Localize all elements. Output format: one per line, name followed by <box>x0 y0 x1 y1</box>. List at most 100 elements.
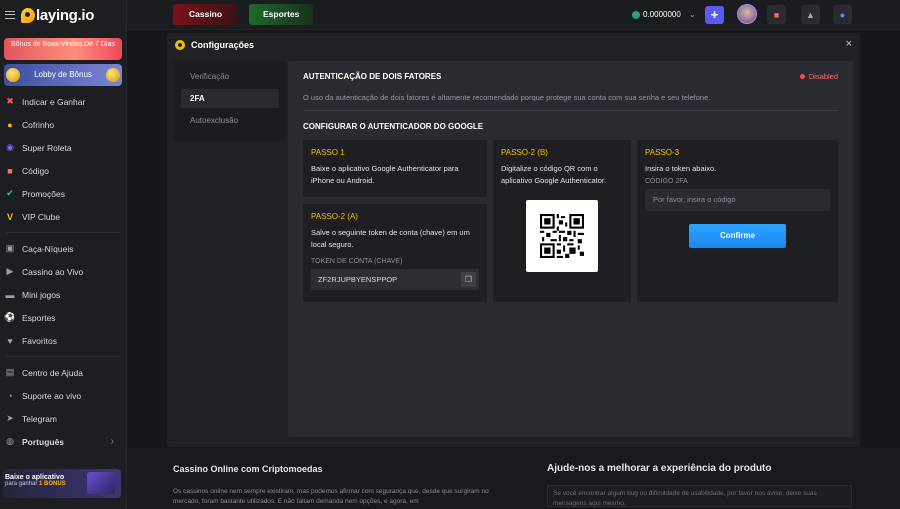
vip-icon: V <box>6 211 13 222</box>
phone-icon <box>87 472 115 494</box>
gift-code-icon: ■ <box>7 165 13 176</box>
step2a-card: PASSO-2 (A) Salve o seguinte token de co… <box>303 204 487 302</box>
globe-icon: ◍ <box>6 436 14 446</box>
welcome-bonus-text: Bônus de Boas-Vindas De 7 Dias <box>11 41 115 48</box>
sidebar-item-telegram[interactable]: ➤ Telegram <box>0 407 126 430</box>
menu-item-2fa[interactable]: 2FA <box>181 89 279 108</box>
bonus-lobby-banner[interactable]: Lobby de Bônus <box>4 64 122 86</box>
qr-code-icon <box>540 214 584 258</box>
sidebar-item-promocoes[interactable]: ✔ Promoções <box>0 182 126 205</box>
tab-esportes[interactable]: Esportes <box>249 4 313 25</box>
sidebar: laying.io Bônus de Boas-Vindas De 7 Dias… <box>0 0 127 509</box>
code-label: CÓDIGO 2FA <box>645 178 688 185</box>
piggy-icon: ● <box>7 119 13 130</box>
sidebar-item-mini-jogos[interactable]: ▬ Mini jogos <box>0 283 126 306</box>
divider <box>6 356 120 357</box>
welcome-bonus-banner[interactable]: Bônus de Boas-Vindas De 7 Dias <box>4 38 122 60</box>
promo-icon: ✔ <box>6 188 14 198</box>
balance-selector[interactable]: 0.0000000 ⌄ <box>632 6 696 23</box>
topbar: Cassino Esportes 0.0000000 ⌄ + ■ ▲ ● <box>127 0 900 30</box>
sports-icon: ⚽ <box>4 312 16 322</box>
app-download-banner[interactable]: Baixe o aplicativo para ganhar 1 BONUS <box>3 469 121 498</box>
footer: Cassino Online com Criptomoedas Os cassi… <box>127 448 900 509</box>
avatar[interactable] <box>737 4 757 24</box>
sidebar-item-caca-niqueis[interactable]: ▣ Caça-Níqueis <box>0 237 126 260</box>
menu-item-verificacao[interactable]: Verificação <box>181 67 279 86</box>
qr-code <box>526 200 598 272</box>
step2b-label: PASSO-2 (B) <box>501 148 548 157</box>
wheel-icon: ◉ <box>6 142 14 152</box>
modal-title: Configurações <box>191 40 255 50</box>
sidebar-item-vip[interactable]: V VIP Clube <box>0 205 126 228</box>
menu-item-autoexclusao[interactable]: Autoexclusão <box>181 111 279 130</box>
sidebar-item-suporte[interactable]: ◔ Suporte ao vivo <box>0 384 126 407</box>
sidebar-item-codigo[interactable]: ■ Código <box>0 159 126 182</box>
footer-title-feedback: Ajude-nos a melhorar a experiência do pr… <box>547 463 772 474</box>
feedback-textarea[interactable]: Se você encontrar algum bug ou dificulda… <box>547 485 852 507</box>
step1-label: PASSO 1 <box>311 148 345 157</box>
sidebar-item-cassino-ao-vivo[interactable]: ▶ Cassino ao Vivo <box>0 260 126 283</box>
coin-icon <box>6 68 20 82</box>
twofa-code-input[interactable]: Por favor, insira o código <box>645 189 830 211</box>
gamepad-icon: ▬ <box>5 289 15 300</box>
app-root: laying.io Bônus de Boas-Vindas De 7 Dias… <box>0 0 900 509</box>
live-icon: ▶ <box>6 266 14 276</box>
step3-label: PASSO-3 <box>645 148 680 157</box>
footer-text-casino: Os cassinos online nem sempre existiram,… <box>173 488 489 505</box>
status-dot-icon <box>799 74 805 79</box>
step3-text: Insira o token abaixo. <box>645 164 717 173</box>
token-value: ZF2RJUPBYENSPPOP <box>318 275 398 284</box>
bonus-lobby-text: Lobby de Bônus <box>34 70 92 79</box>
sidebar-item-indicar[interactable]: ✖ Indicar e Ganhar <box>0 90 126 113</box>
logo[interactable]: laying.io <box>21 7 94 24</box>
sidebar-header: laying.io <box>0 0 126 30</box>
close-button[interactable]: × <box>846 38 852 50</box>
step2a-text: Salve o seguinte token de conta (chave) … <box>311 228 470 249</box>
heart-icon: ♥ <box>7 335 13 346</box>
divider <box>6 232 120 233</box>
support-icon: ◔ <box>7 390 13 401</box>
step2b-card: PASSO-2 (B) Digitalize o código QR com o… <box>493 140 631 302</box>
logo-text: laying.io <box>36 6 95 24</box>
balance-value: 0.0000000 <box>643 10 681 19</box>
section-title: CONFIGURAR O AUTENTICADOR DO GOOGLE <box>303 122 484 131</box>
step3-card: PASSO-3 Insira o token abaixo. CÓDIGO 2F… <box>637 140 838 302</box>
gift-icon: ■ <box>773 9 780 20</box>
slot-icon: ▣ <box>5 243 15 253</box>
twofa-description: O uso da autenticação de dois fatores é … <box>303 93 711 102</box>
help-icon: ▤ <box>5 367 15 377</box>
step1-text: Baixe o aplicativo Google Authenticator … <box>311 164 459 185</box>
settings-modal: Configurações × Verificação 2FA Autoexcl… <box>167 33 860 447</box>
deposit-button[interactable]: + <box>705 6 724 24</box>
twofa-panel: AUTENTICAÇÃO DE DOIS FATORES Disabled O … <box>288 61 853 437</box>
sidebar-item-centro-ajuda[interactable]: ▤ Centro de Ajuda <box>0 361 126 384</box>
usdt-coin-icon <box>632 10 640 19</box>
token-field[interactable]: ZF2RJUPBYENSPPOP ❐ <box>311 269 479 290</box>
twofa-heading: AUTENTICAÇÃO DE DOIS FATORES <box>303 72 442 81</box>
footer-title-casino: Cassino Online com Criptomoedas <box>173 464 323 474</box>
divider <box>303 110 838 111</box>
sidebar-item-cofrinho[interactable]: ● Cofrinho <box>0 113 126 136</box>
step1-card: PASSO 1 Baixe o aplicativo Google Authen… <box>303 140 487 197</box>
gift-button[interactable]: ■ <box>767 5 786 24</box>
coin-icon <box>106 68 120 82</box>
sidebar-item-favoritos[interactable]: ♥ Favoritos <box>0 329 126 352</box>
status-badge: Disabled <box>799 72 838 81</box>
menu-icon[interactable] <box>5 11 15 19</box>
notifications-button[interactable]: ▲ <box>801 5 820 24</box>
settings-gear-icon <box>175 40 185 50</box>
logo-mark-icon <box>21 7 35 23</box>
sidebar-item-esportes[interactable]: ⚽ Esportes <box>0 306 126 329</box>
copy-button[interactable]: ❐ <box>461 272 476 287</box>
telegram-icon: ➤ <box>6 413 14 423</box>
chevron-down-icon: ⌄ <box>688 10 696 19</box>
confirm-button[interactable]: Confirme <box>689 224 786 248</box>
sidebar-item-super-roleta[interactable]: ◉ Super Roleta <box>0 136 126 159</box>
android-app-button[interactable]: ● <box>833 5 852 24</box>
tab-cassino[interactable]: Cassino <box>173 4 237 25</box>
modal-header: Configurações <box>167 33 860 57</box>
copy-icon: ❐ <box>464 275 473 284</box>
token-label: TOKEN DE CONTA (CHAVE) <box>311 258 403 265</box>
sidebar-item-language[interactable]: ◍ Português › <box>0 430 126 453</box>
step2a-label: PASSO-2 (A) <box>311 212 358 221</box>
